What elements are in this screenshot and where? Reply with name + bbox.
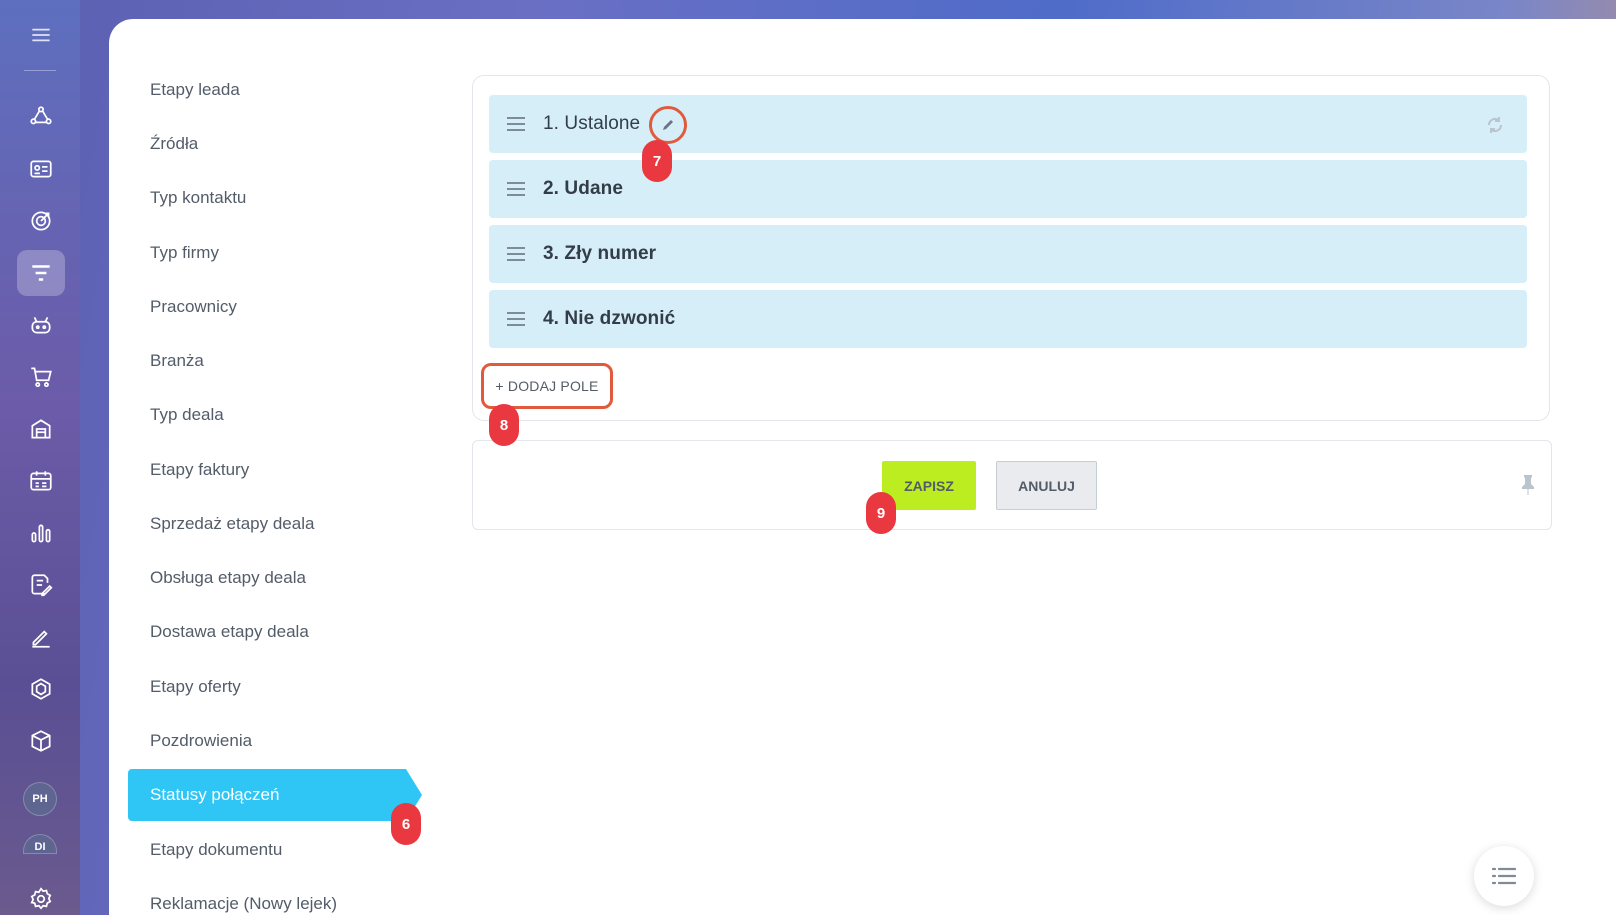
- edit-icon[interactable]: [649, 106, 687, 144]
- menu-item-active[interactable]: Statusy połączeń: [128, 769, 422, 821]
- menu-item[interactable]: Branża: [128, 335, 406, 387]
- status-list: 1. Ustalone 2. Udane 3. Zły numer 4. Nie…: [472, 75, 1550, 421]
- calendar-icon[interactable]: [17, 458, 65, 504]
- status-row[interactable]: 3. Zły numer: [489, 225, 1527, 283]
- menu-item[interactable]: Etapy dokumentu: [128, 824, 406, 876]
- status-label[interactable]: 3. Zły numer: [543, 243, 656, 265]
- status-label[interactable]: 4. Nie dzwonić: [543, 308, 675, 330]
- menu-item[interactable]: Typ deala: [128, 389, 406, 441]
- funnel-icon[interactable]: [17, 250, 65, 296]
- signature-icon[interactable]: [17, 614, 65, 660]
- refresh-icon[interactable]: [1485, 115, 1505, 135]
- menu-item[interactable]: Etapy faktury: [128, 444, 406, 496]
- floating-menu-button[interactable]: [1474, 846, 1534, 906]
- drag-handle-icon[interactable]: [507, 312, 525, 326]
- menu-item[interactable]: Reklamacje (Nowy lejek): [128, 878, 406, 915]
- document-edit-icon[interactable]: [17, 562, 65, 608]
- pin-icon[interactable]: [1519, 473, 1537, 495]
- annotation-badge: 7: [642, 140, 672, 182]
- analytics-icon[interactable]: [17, 510, 65, 556]
- status-row[interactable]: 4. Nie dzwonić: [489, 290, 1527, 348]
- menu-item[interactable]: Etapy leada: [128, 64, 406, 116]
- list-icon: [1492, 867, 1516, 885]
- crm-icon[interactable]: [17, 94, 65, 140]
- target-icon[interactable]: [17, 198, 65, 244]
- contact-card-icon[interactable]: [17, 146, 65, 192]
- status-label[interactable]: 1. Ustalone: [543, 113, 640, 135]
- menu-item[interactable]: Sprzedaż etapy deala: [128, 498, 406, 550]
- left-rail: PH DI: [0, 0, 80, 915]
- hexagon-icon[interactable]: [17, 666, 65, 712]
- menu-icon[interactable]: [17, 12, 65, 58]
- menu-item[interactable]: Pozdrowienia: [128, 715, 406, 767]
- warehouse-icon[interactable]: [17, 406, 65, 452]
- menu-item[interactable]: Typ firmy: [128, 227, 406, 279]
- settings-icon[interactable]: [17, 876, 65, 915]
- avatar[interactable]: DI: [23, 834, 57, 854]
- cart-icon[interactable]: [17, 354, 65, 400]
- rail-divider: [24, 70, 56, 71]
- menu-item[interactable]: Dostawa etapy deala: [128, 606, 406, 658]
- robot-icon[interactable]: [17, 302, 65, 348]
- status-label[interactable]: 2. Udane: [543, 178, 623, 200]
- box-icon[interactable]: [17, 718, 65, 764]
- menu-item[interactable]: Typ kontaktu: [128, 172, 406, 224]
- annotation-badge: 6: [391, 803, 421, 845]
- cancel-button[interactable]: ANULUJ: [996, 461, 1097, 510]
- annotation-badge: 8: [489, 404, 519, 446]
- drag-handle-icon[interactable]: [507, 182, 525, 196]
- add-field-button[interactable]: + DODAJ POLE: [481, 363, 613, 409]
- menu-item[interactable]: Pracownicy: [128, 281, 406, 333]
- avatar[interactable]: PH: [23, 782, 57, 816]
- menu-item[interactable]: Obsługa etapy deala: [128, 552, 406, 604]
- menu-item[interactable]: Etapy oferty: [128, 661, 406, 713]
- drag-handle-icon[interactable]: [507, 117, 525, 131]
- save-button[interactable]: ZAPISZ: [882, 461, 976, 510]
- button-bar: ZAPISZ ANULUJ: [472, 440, 1552, 530]
- drag-handle-icon[interactable]: [507, 247, 525, 261]
- menu-item[interactable]: Źródła: [128, 118, 406, 170]
- annotation-badge: 9: [866, 492, 896, 534]
